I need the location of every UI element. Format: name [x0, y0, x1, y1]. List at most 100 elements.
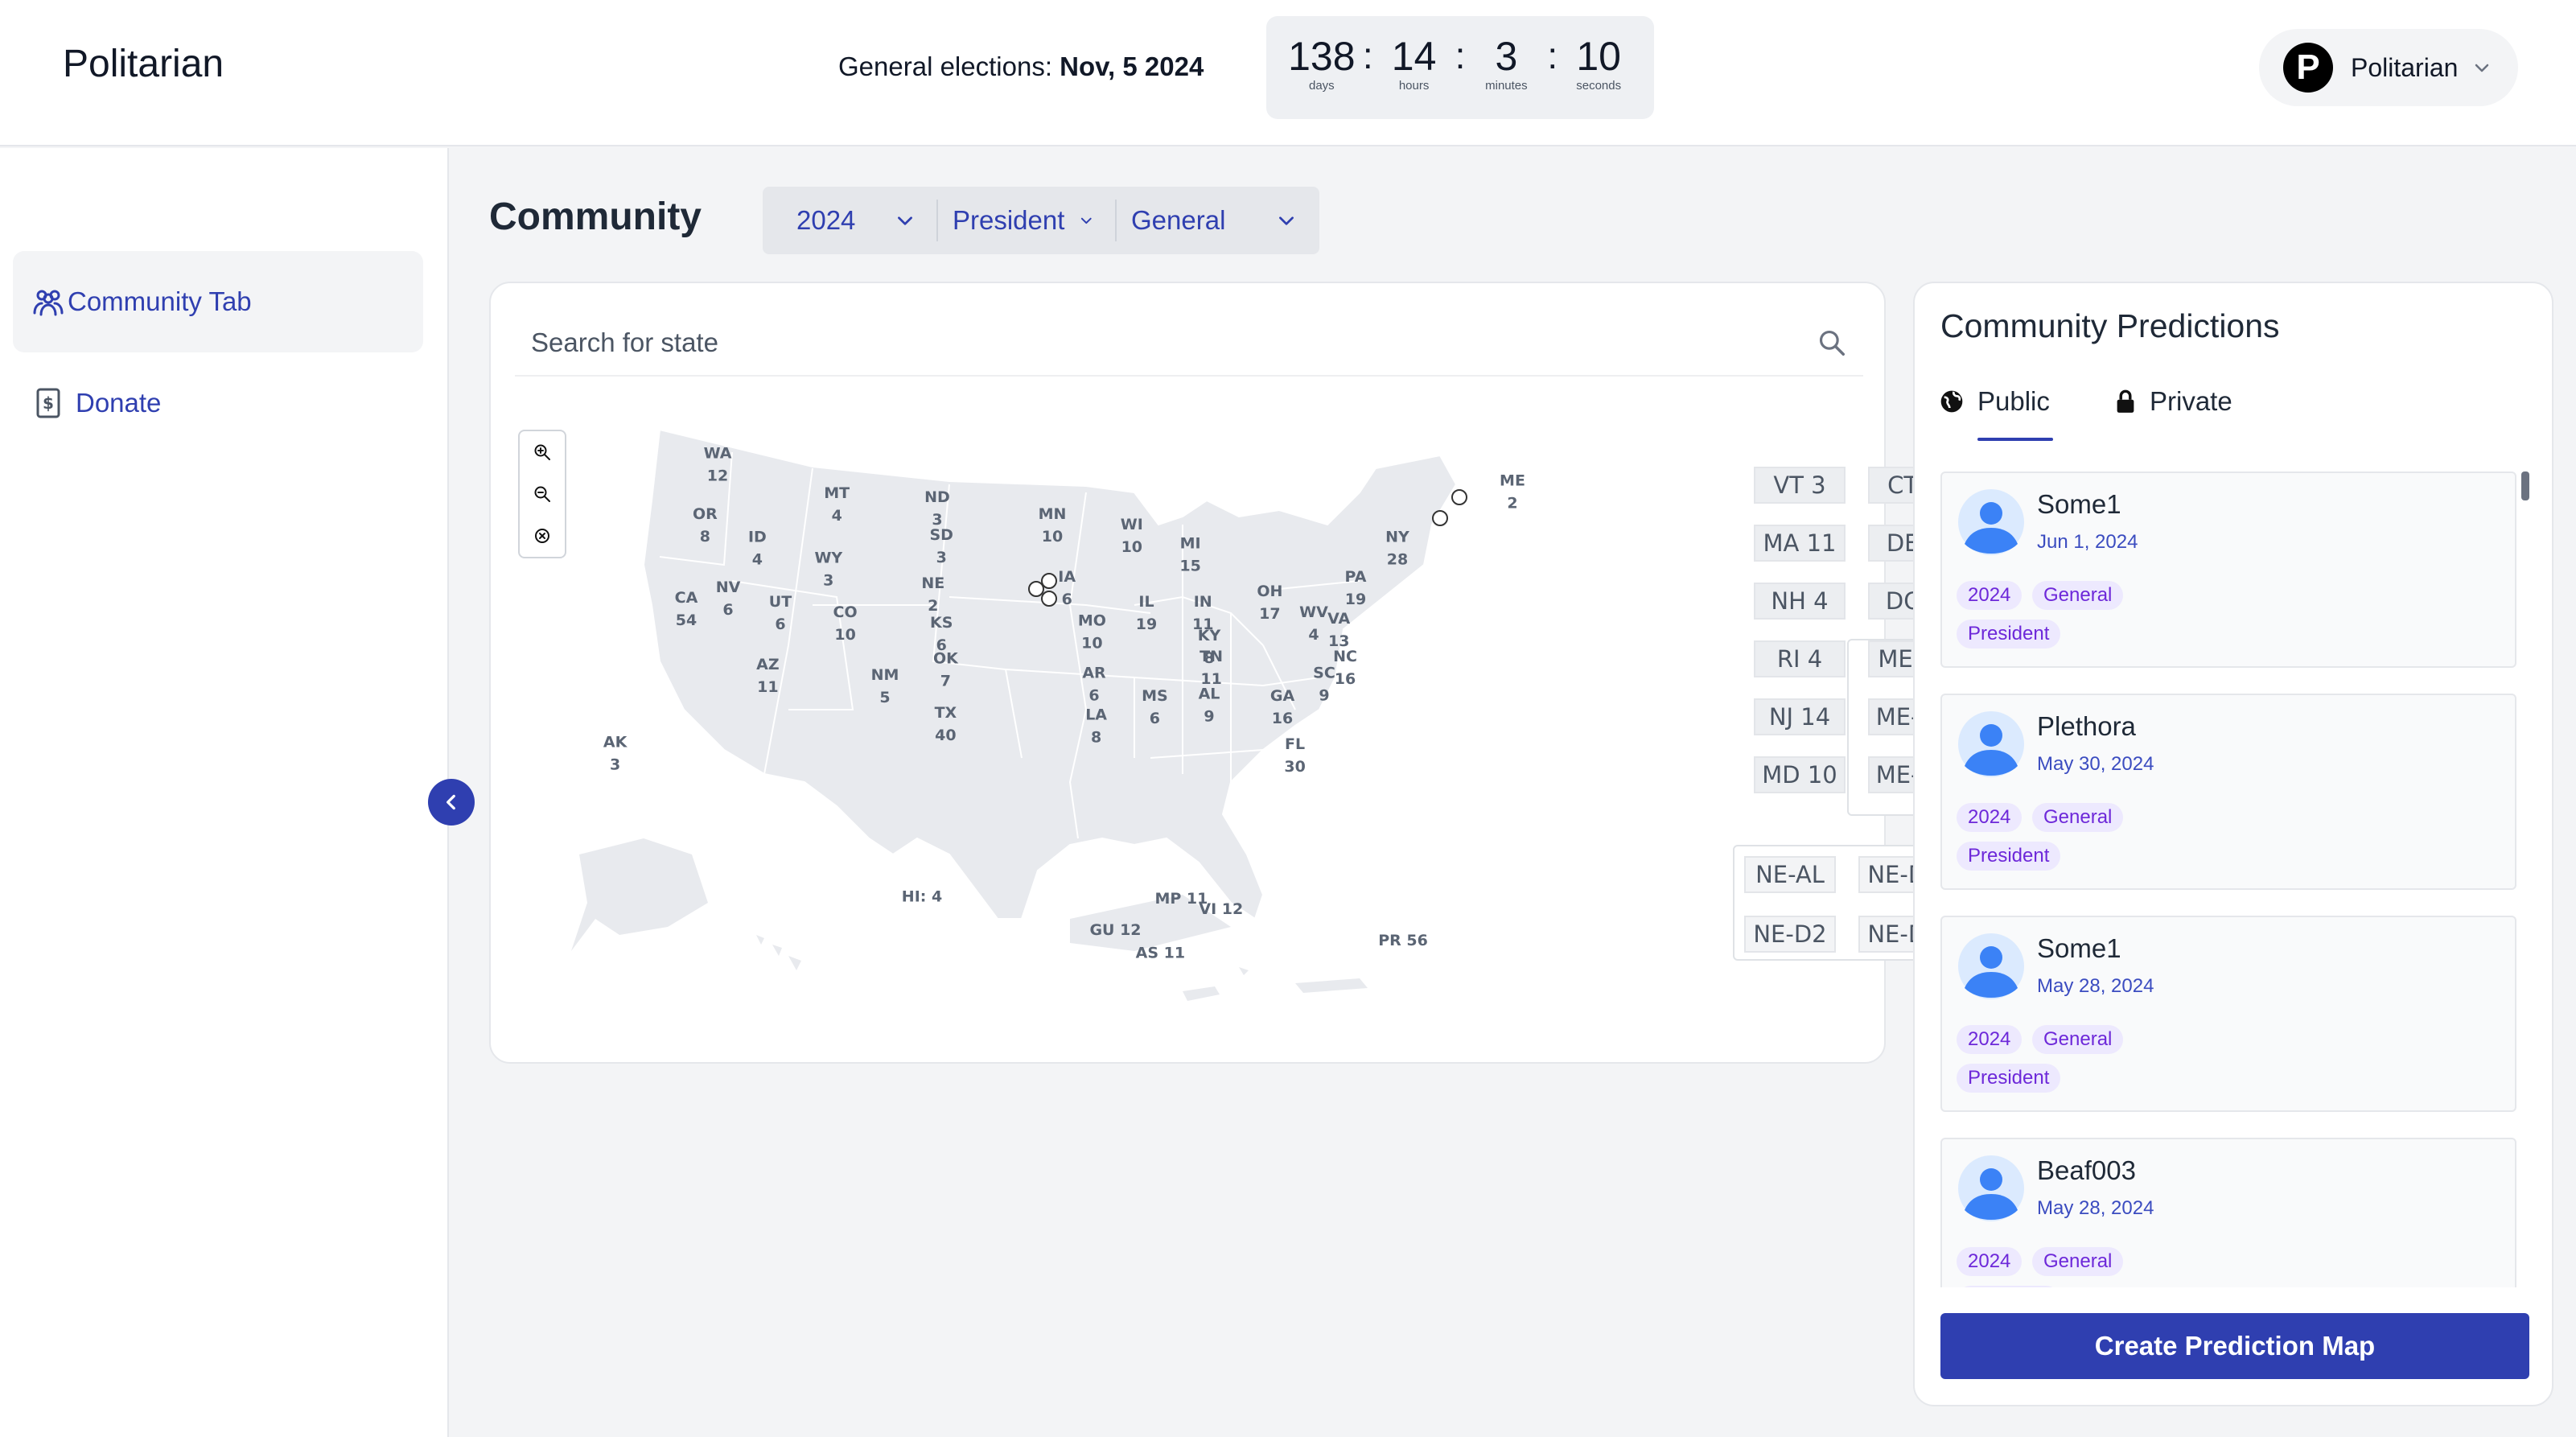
- state-label[interactable]: LA: [1085, 706, 1107, 724]
- year-tag: 2024: [1957, 1247, 2023, 1276]
- state-label[interactable]: NE: [921, 574, 944, 592]
- ne-district-marker[interactable]: [1028, 581, 1044, 597]
- ne-district-button[interactable]: NE-AL: [1744, 856, 1836, 893]
- territory-label[interactable]: HI: 4: [902, 887, 942, 905]
- year-select[interactable]: 2024: [763, 200, 938, 241]
- ne-district-marker[interactable]: [1041, 573, 1057, 589]
- state-label[interactable]: KY: [1198, 627, 1221, 644]
- territory-label[interactable]: GU 12: [1089, 921, 1141, 939]
- search-icon[interactable]: [1817, 327, 1847, 358]
- small-state-button[interactable]: NH 4: [1754, 583, 1846, 620]
- us-electoral-map[interactable]: WA 12 OR 8 CA 54 ID 4 NV 6 MT 4 WY 3 UT 6 AZ 11 CO 10 NM 5 ND 3…: [571, 404, 1641, 1031]
- election-type-tag: General: [2032, 581, 2124, 610]
- state-label[interactable]: IA: [1058, 568, 1076, 586]
- state-label[interactable]: FL: [1285, 735, 1305, 753]
- state-label[interactable]: OR: [693, 505, 718, 523]
- state-label[interactable]: WI: [1121, 516, 1143, 533]
- office-tag: President: [1957, 842, 2061, 871]
- state-label[interactable]: AL: [1199, 686, 1220, 703]
- office-select[interactable]: President: [938, 200, 1117, 241]
- prediction-item[interactable]: Beaf003 May 28, 2024 2024 General President: [1940, 1138, 2516, 1287]
- state-label[interactable]: NC: [1333, 648, 1357, 665]
- state-label[interactable]: ID: [748, 529, 767, 546]
- collapse-sidebar-button[interactable]: [428, 779, 475, 826]
- reset-icon: [535, 529, 549, 543]
- state-label[interactable]: KS: [930, 614, 953, 632]
- territory-label[interactable]: AS 11: [1136, 945, 1185, 962]
- zoom-out-button[interactable]: [530, 482, 554, 506]
- state-electoral-votes: 11: [757, 678, 778, 696]
- state-electoral-votes: 4: [1308, 626, 1319, 644]
- small-state-button[interactable]: MA 11: [1754, 525, 1846, 562]
- state-label[interactable]: WA: [704, 445, 732, 463]
- state-label[interactable]: PA: [1345, 568, 1367, 586]
- state-label[interactable]: GA: [1270, 687, 1295, 705]
- state-label[interactable]: ND: [924, 488, 950, 506]
- state-label[interactable]: TX: [935, 704, 957, 722]
- prediction-date: Jun 1, 2024: [2037, 531, 2138, 553]
- state-label[interactable]: MN: [1039, 505, 1067, 523]
- state-label[interactable]: OH: [1257, 583, 1282, 600]
- state-electoral-votes: 3: [936, 549, 947, 566]
- state-electoral-votes: 6: [775, 616, 785, 633]
- prediction-item[interactable]: Some1 May 28, 2024 2024 General President: [1940, 916, 2516, 1112]
- sidebar-item-donate[interactable]: $ Donate: [13, 352, 423, 454]
- search-input[interactable]: [531, 327, 1738, 358]
- state-electoral-votes: 10: [1121, 538, 1142, 556]
- me-district-marker[interactable]: [1432, 510, 1448, 526]
- state-label[interactable]: VA: [1327, 610, 1350, 628]
- zoom-in-button[interactable]: [530, 440, 554, 464]
- state-label[interactable]: WV: [1299, 603, 1328, 621]
- territory-label[interactable]: VI 12: [1199, 900, 1243, 918]
- ne-district-marker[interactable]: [1041, 591, 1057, 607]
- create-prediction-map-button[interactable]: Create Prediction Map: [1940, 1313, 2529, 1379]
- territory-label[interactable]: PR 56: [1378, 932, 1428, 949]
- state-electoral-votes: 17: [1259, 605, 1280, 623]
- state-label[interactable]: AZ: [756, 656, 779, 673]
- me-district-marker[interactable]: [1451, 489, 1467, 505]
- small-state-button[interactable]: RI 4: [1754, 640, 1846, 677]
- reset-zoom-button[interactable]: [530, 524, 554, 548]
- tab-private[interactable]: Private: [2114, 386, 2232, 417]
- page-title: Community: [489, 196, 702, 238]
- state-electoral-votes: 6: [1088, 687, 1099, 705]
- state-label[interactable]: IN: [1194, 593, 1212, 611]
- state-label[interactable]: CO: [833, 603, 858, 621]
- state-label[interactable]: TN: [1200, 648, 1223, 665]
- state-label[interactable]: AR: [1082, 665, 1106, 682]
- scrollbar-thumb[interactable]: [2521, 471, 2529, 500]
- state-label[interactable]: SC: [1313, 665, 1335, 682]
- state-label[interactable]: MI: [1180, 534, 1201, 552]
- office-tag: President: [1957, 1064, 2061, 1093]
- sidebar-item-community-tab[interactable]: Community Tab: [13, 251, 423, 352]
- tab-public[interactable]: Public: [1939, 386, 2050, 417]
- ne-district-button[interactable]: NE-D2: [1744, 916, 1836, 953]
- prediction-date: May 28, 2024: [2037, 975, 2154, 997]
- state-label[interactable]: WY: [814, 550, 842, 567]
- state-label[interactable]: MS: [1142, 687, 1168, 705]
- small-state-button[interactable]: MD 10: [1754, 756, 1846, 793]
- election-type-select[interactable]: General: [1117, 200, 1318, 241]
- state-label[interactable]: SD: [929, 526, 953, 544]
- state-label[interactable]: MT: [824, 484, 850, 502]
- prediction-item[interactable]: Some1 Jun 1, 2024 2024 General President: [1940, 471, 2516, 668]
- app-brand[interactable]: Politarian: [63, 42, 224, 86]
- state-label[interactable]: MO: [1078, 612, 1106, 630]
- state-label[interactable]: NY: [1385, 529, 1409, 546]
- election-date: Nov, 5 2024: [1060, 51, 1204, 81]
- small-state-button[interactable]: VT 3: [1754, 467, 1846, 504]
- state-label[interactable]: NM: [871, 666, 899, 684]
- state-label[interactable]: UT: [769, 593, 792, 611]
- state-label[interactable]: IL: [1138, 593, 1154, 611]
- state-label[interactable]: CA: [675, 589, 698, 607]
- user-menu-button[interactable]: P Politarian: [2259, 29, 2518, 106]
- small-state-button[interactable]: NJ 14: [1754, 698, 1846, 735]
- state-label[interactable]: NV: [716, 579, 741, 596]
- chevron-left-icon: [446, 794, 455, 810]
- predictions-scrollbar[interactable]: [2520, 471, 2529, 1287]
- prediction-item[interactable]: Plethora May 30, 2024 2024 General President: [1940, 694, 2516, 890]
- chevron-down-icon: [898, 216, 912, 225]
- state-label[interactable]: OK: [933, 649, 959, 667]
- state-label[interactable]: AK: [603, 733, 628, 751]
- state-label[interactable]: ME: [1500, 471, 1525, 489]
